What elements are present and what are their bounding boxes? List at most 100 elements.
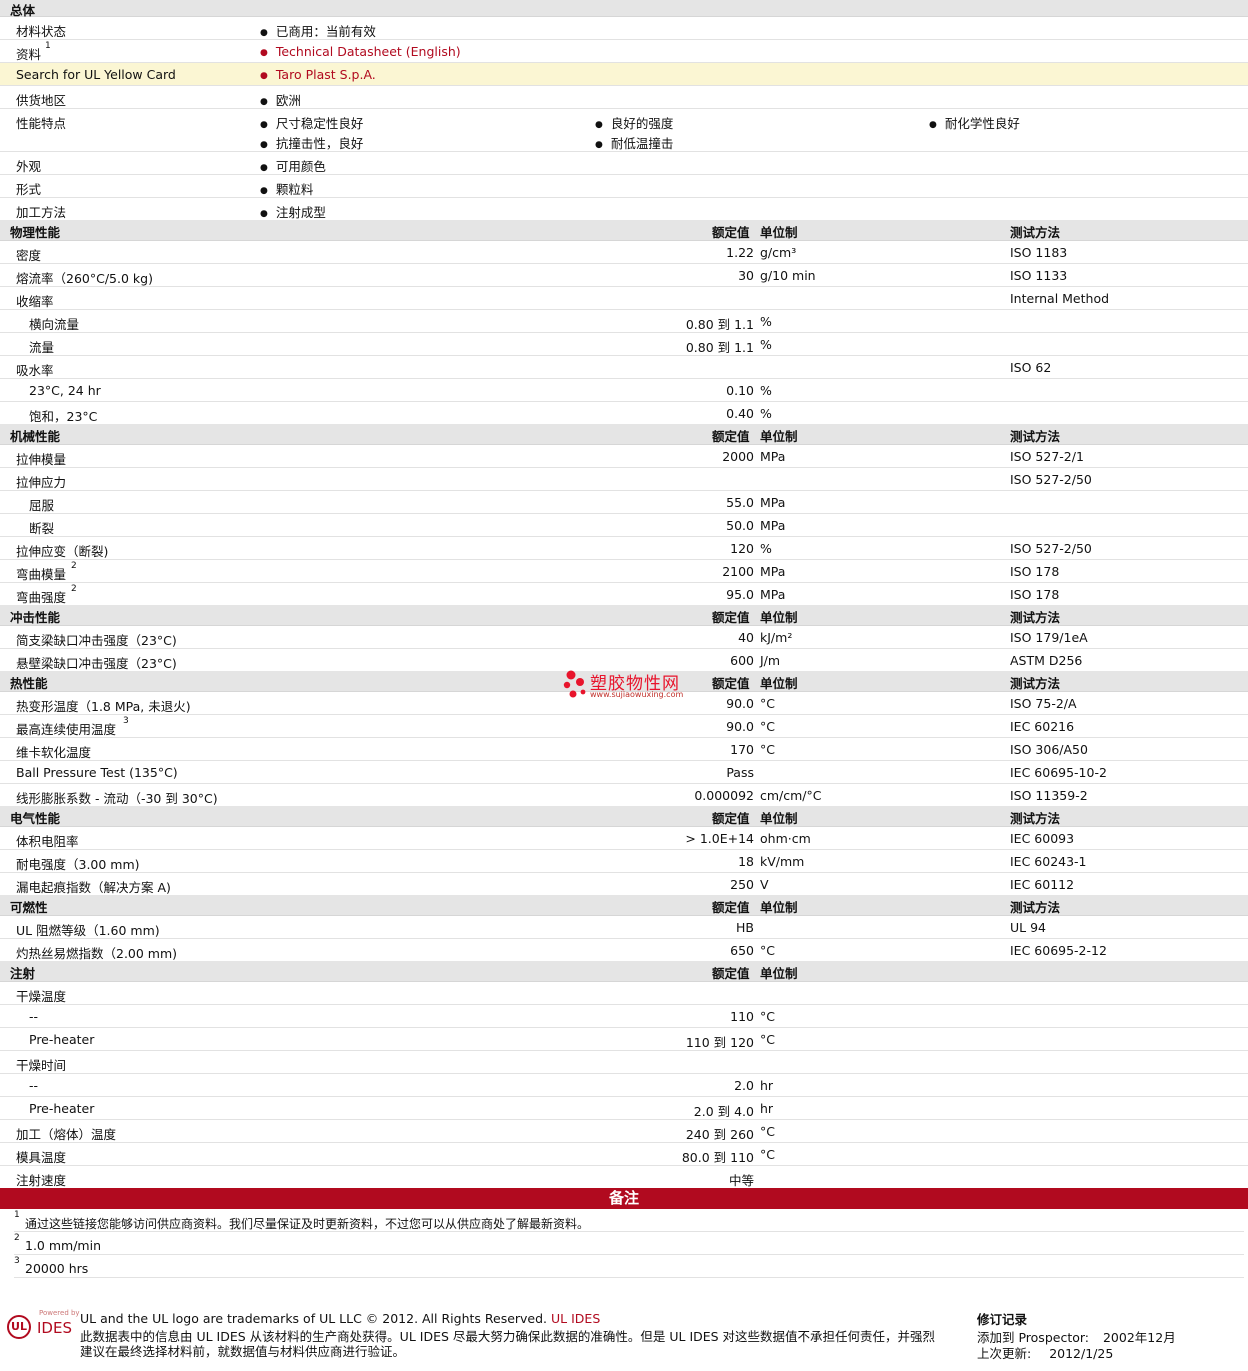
property-label: 干燥时间	[16, 1058, 67, 1073]
property-value: 95.0	[726, 587, 754, 602]
column-header-unit: 单位制	[760, 966, 798, 981]
general-value: 欧洲	[260, 90, 301, 109]
property-label: 拉伸应力	[16, 475, 67, 490]
general-row: 材料状态 已商用：当前有效	[0, 17, 1248, 40]
footer: Powered by UL IDES UL and the UL logo ar…	[0, 1305, 1248, 1371]
test-method: ISO 527-2/50	[1010, 472, 1092, 487]
property-unit: kJ/m²	[760, 630, 793, 645]
property-unit: kV/mm	[760, 854, 805, 869]
property-label: 热变形温度（1.8 MPa, 未退火)	[16, 699, 191, 714]
property-label: 维卡软化温度	[16, 745, 92, 760]
property-label: 拉伸应变（断裂)	[16, 544, 109, 559]
property-value: 1.22	[726, 245, 754, 260]
datasheet-link[interactable]: Technical Datasheet (English)	[260, 44, 461, 59]
property-unit: %	[760, 541, 772, 556]
property-unit: cm/cm/°C	[760, 788, 822, 803]
property-unit: %	[760, 314, 772, 329]
column-header-unit: 单位制	[760, 610, 798, 625]
general-row-label: 外观	[16, 159, 42, 174]
property-label: 横向流量	[29, 317, 80, 332]
section-header: 注射 额定值 单位制	[0, 961, 1248, 982]
footnote-marker: 1	[14, 1210, 20, 1220]
property-value: 55.0	[726, 495, 754, 510]
property-value: 2.0	[734, 1078, 754, 1093]
property-unit: °C	[760, 1009, 775, 1024]
footnote-marker: 3	[14, 1256, 20, 1266]
property-label: 弯曲模量	[16, 567, 67, 582]
property-label: 流量	[29, 340, 55, 355]
property-row: 断裂 50.0 MPa	[0, 514, 1248, 537]
test-method: ISO 179/1eA	[1010, 630, 1088, 645]
property-row: 弯曲模量 2 2100 MPa ISO 178	[0, 560, 1248, 583]
property-unit: %	[760, 337, 772, 352]
property-label: 加工（熔体）温度	[16, 1127, 117, 1142]
section-header: 物理性能 额定值 单位制 测试方法	[0, 220, 1248, 241]
datasheet-link[interactable]: Taro Plast S.p.A.	[260, 67, 376, 82]
property-value: 600	[730, 653, 754, 668]
general-row-label: Search for UL Yellow Card	[16, 67, 176, 82]
footnote-marker: 2	[14, 1233, 20, 1243]
section-title: 机械性能	[10, 429, 61, 444]
ul-ides-link[interactable]: UL IDES	[551, 1311, 600, 1326]
general-value: 已商用：当前有效	[260, 21, 376, 40]
property-row: 熔流率（260°C/5.0 kg) 30 g/10 min ISO 1133	[0, 264, 1248, 287]
section-title: 物理性能	[10, 225, 61, 240]
property-row: 密度 1.22 g/cm³ ISO 1183	[0, 241, 1248, 264]
test-method: IEC 60695-10-2	[1010, 765, 1107, 780]
test-method: ISO 1183	[1010, 245, 1068, 260]
property-label: 断裂	[29, 521, 55, 536]
property-value: 240 到 260	[685, 1127, 754, 1142]
updated-value: 2012/1/25	[1049, 1346, 1114, 1361]
property-row: 吸水率 ISO 62	[0, 356, 1248, 379]
column-header-value: 额定值	[712, 676, 750, 691]
property-unit: J/m	[760, 653, 781, 668]
test-method: ASTM D256	[1010, 653, 1083, 668]
footnote-marker: 2	[71, 584, 77, 594]
property-row: 注射速度 中等	[0, 1166, 1248, 1189]
property-row: 线形膨胀系数 - 流动（-30 到 30°C) 0.000092 cm/cm/°C I…	[0, 784, 1248, 807]
property-label: 最高连续使用温度	[16, 722, 117, 737]
property-unit: °C	[760, 1124, 775, 1139]
property-unit: V	[760, 877, 769, 892]
property-unit: °C	[760, 696, 775, 711]
property-value: 18	[738, 854, 754, 869]
column-header-method: 测试方法	[1010, 676, 1061, 691]
test-method: ISO 1133	[1010, 268, 1068, 283]
property-value: 2.0 到 4.0	[693, 1104, 754, 1119]
column-header-unit: 单位制	[760, 429, 798, 444]
property-row: 体积电阻率 > 1.0E+14 ohm·cm IEC 60093	[0, 827, 1248, 850]
section-title: 热性能	[10, 676, 48, 691]
section-header: 机械性能 额定值 单位制 测试方法	[0, 424, 1248, 445]
column-header-value: 额定值	[712, 811, 750, 826]
general-row-label: 资料	[16, 47, 42, 62]
property-label: Pre-heater	[29, 1101, 95, 1116]
property-value: 650	[730, 943, 754, 958]
general-value: 良好的强度	[595, 113, 674, 132]
property-value: Pass	[726, 765, 754, 780]
column-header-method: 测试方法	[1010, 900, 1061, 915]
property-label: 注射速度	[16, 1173, 67, 1188]
property-value: 110 到 120	[685, 1035, 754, 1050]
revision-title: 修订记录	[977, 1312, 1028, 1327]
property-value: 50.0	[726, 518, 754, 533]
note-text: 20000 hrs	[25, 1261, 89, 1276]
property-row: Pre-heater 2.0 到 4.0 hr	[0, 1097, 1248, 1120]
property-label: 吸水率	[16, 363, 54, 378]
general-row-label: 材料状态	[16, 24, 67, 39]
property-unit: %	[760, 406, 772, 421]
general-row-label: 加工方法	[16, 205, 67, 220]
property-label: 熔流率（260°C/5.0 kg)	[16, 271, 153, 286]
property-label: 体积电阻率	[16, 834, 79, 849]
property-value: HB	[736, 920, 754, 935]
property-label: 拉伸模量	[16, 452, 67, 467]
property-label: 灼热丝易燃指数（2.00 mm)	[16, 946, 178, 961]
column-header-method: 测试方法	[1010, 429, 1061, 444]
general-value: 注射成型	[260, 202, 326, 221]
test-method: UL 94	[1010, 920, 1046, 935]
last-updated: 上次更新: 2012/1/25	[977, 1343, 1113, 1362]
property-label: 屈服	[29, 498, 55, 513]
section-header: 电气性能 额定值 单位制 测试方法	[0, 806, 1248, 827]
column-header-unit: 单位制	[760, 225, 798, 240]
property-row: 简支梁缺口冲击强度（23°C) 40 kJ/m² ISO 179/1eA	[0, 626, 1248, 649]
column-header-value: 额定值	[712, 610, 750, 625]
